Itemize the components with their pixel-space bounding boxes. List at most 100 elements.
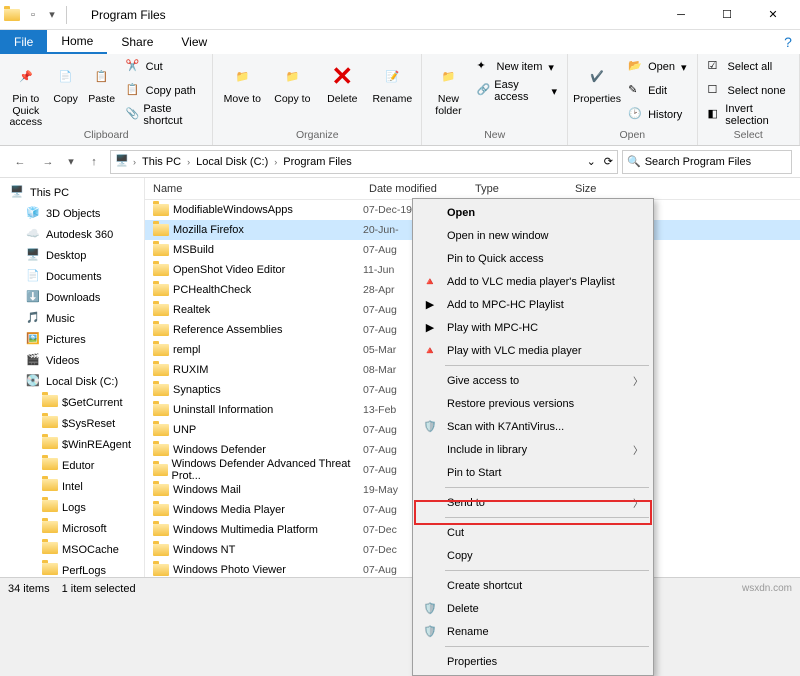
nav-3dobjects[interactable]: 🧊3D Objects	[0, 203, 144, 224]
nav-getcurrent[interactable]: $GetCurrent	[0, 392, 144, 413]
nav-autodesk[interactable]: ☁️Autodesk 360	[0, 224, 144, 245]
folder-icon	[153, 304, 169, 316]
nav-thispc[interactable]: 🖥️This PC	[0, 182, 144, 203]
ctx-delete[interactable]: 🛡️Delete	[415, 597, 651, 620]
up-button[interactable]: ↑	[82, 150, 106, 174]
qat-item[interactable]: ▫	[24, 7, 42, 23]
invert-selection-button[interactable]: ◧Invert selection	[704, 104, 793, 126]
ctx-include-library[interactable]: Include in library〉	[415, 438, 651, 461]
vlc-icon: 🔺	[421, 342, 439, 360]
ctx-pin-start[interactable]: Pin to Start	[415, 461, 651, 484]
forward-button[interactable]: →	[36, 150, 60, 174]
home-tab[interactable]: Home	[47, 30, 107, 54]
col-date[interactable]: Date modified	[363, 183, 469, 195]
help-icon[interactable]: ?	[776, 30, 800, 54]
folder-icon	[153, 544, 169, 556]
nav-msocache[interactable]: MSOCache	[0, 539, 144, 560]
minimize-button[interactable]: ─	[658, 0, 704, 30]
view-tab[interactable]: View	[167, 30, 221, 54]
copy-path-button[interactable]: 📋Copy path	[122, 80, 207, 102]
ctx-send-to[interactable]: Send to〉	[415, 491, 651, 514]
ctx-open[interactable]: Open	[415, 201, 651, 224]
folder-icon	[153, 404, 169, 416]
properties-button[interactable]: ✔️Properties	[574, 56, 620, 106]
breadcrumb[interactable]: 🖥️ › This PC › Local Disk (C:) › Program…	[110, 150, 618, 174]
ctx-give-access[interactable]: Give access to〉	[415, 369, 651, 392]
open-button[interactable]: 📂Open▾	[624, 56, 690, 78]
pin-quick-access-button[interactable]: 📌Pin to Quick access	[6, 56, 46, 129]
chevron-right-icon: 〉	[633, 373, 643, 388]
qat-dropdown[interactable]: ▾	[46, 7, 58, 23]
ctx-cut[interactable]: Cut	[415, 521, 651, 544]
history-button[interactable]: 🕑History	[624, 104, 690, 126]
col-type[interactable]: Type	[469, 183, 569, 195]
back-button[interactable]: ←	[8, 150, 32, 174]
ctx-scan-k7[interactable]: 🛡️Scan with K7AntiVirus...	[415, 415, 651, 438]
nav-localdisk[interactable]: 💽Local Disk (C:)	[0, 371, 144, 392]
nav-intel[interactable]: Intel	[0, 476, 144, 497]
folder-icon	[153, 264, 169, 276]
ctx-properties[interactable]: Properties	[415, 650, 651, 673]
cut-button[interactable]: ✂️Cut	[122, 56, 207, 78]
share-tab[interactable]: Share	[107, 30, 167, 54]
nav-edutor[interactable]: Edutor	[0, 455, 144, 476]
move-to-button[interactable]: 📁Move to	[219, 56, 265, 106]
nav-downloads[interactable]: ⬇️Downloads	[0, 287, 144, 308]
nav-sysreset[interactable]: $SysReset	[0, 413, 144, 434]
new-item-button[interactable]: ✦New item▾	[473, 56, 562, 78]
easy-access-button[interactable]: 🔗Easy access▾	[473, 80, 562, 102]
pc-icon: 🖥️	[115, 154, 131, 170]
delete-button[interactable]: ✕Delete	[319, 56, 365, 106]
shield-icon: 🛡️	[421, 623, 439, 641]
rename-button[interactable]: 📝Rename	[369, 56, 415, 106]
paste-shortcut-button[interactable]: 📎Paste shortcut	[122, 104, 207, 126]
navigation-pane[interactable]: 🖥️This PC 🧊3D Objects ☁️Autodesk 360 🖥️D…	[0, 178, 145, 577]
nav-logs[interactable]: Logs	[0, 497, 144, 518]
select-all-button[interactable]: ☑Select all	[704, 56, 793, 78]
ctx-rename[interactable]: 🛡️Rename	[415, 620, 651, 643]
search-icon: 🔍	[627, 155, 641, 168]
copy-to-button[interactable]: 📁Copy to	[269, 56, 315, 106]
search-input[interactable]: 🔍 Search Program Files	[622, 150, 792, 174]
copy-button[interactable]: 📄Copy	[50, 56, 82, 106]
nav-videos[interactable]: 🎬Videos	[0, 350, 144, 371]
nav-pictures[interactable]: 🖼️Pictures	[0, 329, 144, 350]
chevron-right-icon: 〉	[633, 495, 643, 510]
nav-documents[interactable]: 📄Documents	[0, 266, 144, 287]
status-items: 34 items	[8, 583, 50, 595]
ctx-pin-quick-access[interactable]: Pin to Quick access	[415, 247, 651, 270]
status-selected: 1 item selected	[62, 583, 136, 595]
col-size[interactable]: Size	[569, 183, 629, 195]
ctx-open-new-window[interactable]: Open in new window	[415, 224, 651, 247]
nav-winreagent[interactable]: $WinREAgent	[0, 434, 144, 455]
folder-icon	[153, 224, 169, 236]
breadcrumb-dropdown[interactable]: ⌄	[587, 155, 596, 168]
nav-perflogs[interactable]: PerfLogs	[0, 560, 144, 577]
ctx-play-mpc[interactable]: ▶Play with MPC-HC	[415, 316, 651, 339]
watermark: wsxdn.com	[742, 583, 792, 594]
window-title: Program Files	[91, 8, 166, 22]
nav-music[interactable]: 🎵Music	[0, 308, 144, 329]
nav-desktop[interactable]: 🖥️Desktop	[0, 245, 144, 266]
select-none-button[interactable]: ☐Select none	[704, 80, 793, 102]
ctx-copy[interactable]: Copy	[415, 544, 651, 567]
edit-button[interactable]: ✎Edit	[624, 80, 690, 102]
paste-button[interactable]: 📋Paste	[86, 56, 118, 106]
col-name[interactable]: Name	[145, 183, 363, 195]
maximize-button[interactable]: ☐	[704, 0, 750, 30]
file-tab[interactable]: File	[0, 30, 47, 54]
shield-icon: 🛡️	[421, 600, 439, 618]
ctx-play-vlc[interactable]: 🔺Play with VLC media player	[415, 339, 651, 362]
column-headers[interactable]: Name Date modified Type Size	[145, 178, 800, 200]
nav-microsoft[interactable]: Microsoft	[0, 518, 144, 539]
ctx-add-vlc-playlist[interactable]: 🔺Add to VLC media player's Playlist	[415, 270, 651, 293]
new-folder-button[interactable]: 📁New folder	[428, 56, 468, 117]
refresh-button[interactable]: ⟳	[604, 155, 613, 168]
folder-icon	[153, 564, 169, 576]
folder-icon	[153, 344, 169, 356]
folder-icon	[153, 384, 169, 396]
recent-button[interactable]: ▾	[64, 150, 78, 174]
ctx-restore-versions[interactable]: Restore previous versions	[415, 392, 651, 415]
ctx-add-mpc-playlist[interactable]: ▶Add to MPC-HC Playlist	[415, 293, 651, 316]
close-button[interactable]: ✕	[750, 0, 796, 30]
